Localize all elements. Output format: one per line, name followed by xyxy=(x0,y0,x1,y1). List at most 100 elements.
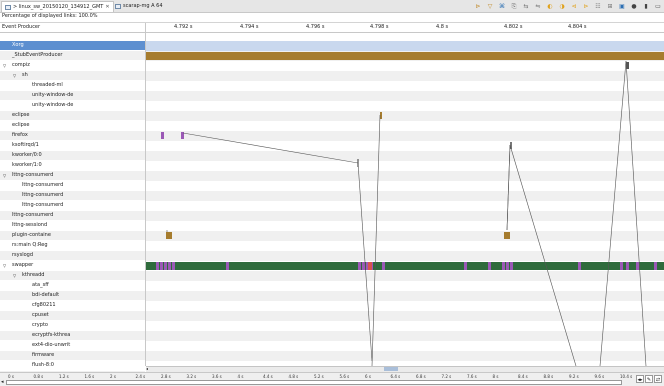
expand-arrow-icon[interactable]: ▽ xyxy=(3,261,6,270)
lane-background[interactable] xyxy=(146,131,664,141)
tree-row[interactable]: ext4-dio-unwrit xyxy=(0,341,145,350)
sync-icon[interactable]: ⇄ xyxy=(654,375,662,383)
tree-row[interactable]: ksoftirqd/1 xyxy=(0,141,145,150)
time-graph-area[interactable] xyxy=(146,41,664,366)
lane-background[interactable] xyxy=(146,191,664,201)
lane-background[interactable] xyxy=(146,221,664,231)
state-event[interactable] xyxy=(172,262,175,270)
state-event[interactable] xyxy=(166,232,172,239)
state-event[interactable] xyxy=(368,262,372,270)
tree-row[interactable]: unity-window-de xyxy=(0,101,145,110)
tree-row[interactable]: plugin-containe xyxy=(0,231,145,240)
state-event[interactable] xyxy=(636,262,639,270)
expand-arrow-icon[interactable]: ▽ xyxy=(13,271,16,280)
lane-background[interactable] xyxy=(146,291,664,301)
tree-row[interactable]: ▽ compiz xyxy=(0,61,145,70)
tree-row[interactable]: _StubEventProducer xyxy=(0,51,145,60)
expand-icon[interactable]: ◂▸ xyxy=(636,375,644,383)
tree-row[interactable]: lttng-consumerd xyxy=(0,181,145,190)
tree-row[interactable]: cpuset xyxy=(0,311,145,320)
tree-row[interactable]: lttng-consumerd xyxy=(0,191,145,200)
lane-background[interactable] xyxy=(146,41,664,51)
tree-row[interactable]: lttng-consumerd xyxy=(0,211,145,220)
lane-background[interactable] xyxy=(146,351,664,361)
lane-background[interactable] xyxy=(146,271,664,281)
resource-icon[interactable]: ⌘ xyxy=(498,3,506,11)
state-bar[interactable] xyxy=(146,52,664,60)
tree-row[interactable]: ▽ lttng-consumerd xyxy=(0,171,145,180)
lane-background[interactable] xyxy=(146,251,664,261)
time-range-track[interactable] xyxy=(6,380,622,385)
state-event[interactable] xyxy=(358,262,361,270)
tree-row[interactable]: ▽ kthreadd xyxy=(0,271,145,280)
tree-row[interactable]: lttng-consumerd xyxy=(0,201,145,210)
state-event[interactable] xyxy=(578,262,581,270)
tab-secondary[interactable]: scarap-mg A 64 xyxy=(112,1,166,11)
state-event[interactable] xyxy=(362,262,365,270)
lane-background[interactable] xyxy=(146,301,664,311)
tree-row[interactable]: eclipse xyxy=(0,121,145,130)
state-event[interactable] xyxy=(161,132,164,139)
state-event[interactable] xyxy=(464,262,467,270)
lane-background[interactable] xyxy=(146,121,664,131)
state-event[interactable] xyxy=(160,262,163,270)
lane-background[interactable] xyxy=(146,61,664,71)
state-event[interactable] xyxy=(488,262,491,270)
tree-row[interactable]: lttng-sessiond xyxy=(0,221,145,230)
state-event[interactable] xyxy=(226,262,229,270)
tree-row[interactable]: crypto xyxy=(0,321,145,330)
tree-row[interactable]: rs:main Q:Reg xyxy=(0,241,145,250)
legend-icon[interactable]: ☷ xyxy=(594,3,602,11)
lane-background[interactable] xyxy=(146,331,664,341)
filter-icon[interactable]: ▽ xyxy=(486,3,494,11)
lane-background[interactable] xyxy=(146,211,664,221)
tree-row[interactable]: cfg80211 xyxy=(0,301,145,310)
state-event[interactable] xyxy=(502,262,505,270)
lane-background[interactable] xyxy=(146,201,664,211)
tree-row[interactable]: threaded-ml xyxy=(0,81,145,90)
tree-row[interactable]: unity-window-de xyxy=(0,91,145,100)
view-menu-icon[interactable]: ● xyxy=(630,3,638,11)
tree-row[interactable]: bdi-default xyxy=(0,291,145,300)
tree-row[interactable]: flush-8:0 xyxy=(0,361,145,370)
tree-column-header[interactable]: Event Producer xyxy=(2,24,40,30)
state-event[interactable] xyxy=(382,262,385,270)
tree-row[interactable]: kworker/1:0 xyxy=(0,161,145,170)
filter-icon[interactable]: ⊳ xyxy=(474,3,482,11)
lane-background[interactable] xyxy=(146,161,664,171)
state-event[interactable] xyxy=(164,262,167,270)
next-marker-icon[interactable]: ⊳ xyxy=(582,3,590,11)
tree-row[interactable]: Xorg xyxy=(0,41,145,50)
tree-row[interactable]: ecryptfs-kthrea xyxy=(0,331,145,340)
state-bar[interactable] xyxy=(146,262,664,270)
time-axis[interactable]: 4.792 s 4.794 s 4.796 s 4.798 s 4.8 s 4.802 s… xyxy=(146,24,664,32)
align-icon[interactable]: ⇆ xyxy=(522,3,530,11)
state-event[interactable] xyxy=(506,262,509,270)
lane-background[interactable] xyxy=(146,181,664,191)
state-event[interactable] xyxy=(168,262,171,270)
state-event[interactable] xyxy=(156,262,159,270)
lane-background[interactable] xyxy=(146,111,664,121)
zoom-out-icon[interactable]: ▣ xyxy=(618,3,626,11)
lane-background[interactable] xyxy=(146,171,664,181)
minimize-icon[interactable]: ▮ xyxy=(642,3,650,11)
state-event[interactable] xyxy=(626,262,629,270)
scrollbar-thumb[interactable] xyxy=(384,367,398,371)
lane-background[interactable] xyxy=(146,281,664,291)
tree-row[interactable]: firefox xyxy=(0,131,145,140)
time-graph-canvas[interactable] xyxy=(146,41,664,366)
scroll-left-arrow[interactable]: ◂ xyxy=(146,366,148,371)
state-event[interactable] xyxy=(380,112,382,119)
lane-background[interactable] xyxy=(146,81,664,91)
lane-background[interactable] xyxy=(146,141,664,151)
state-event[interactable] xyxy=(620,262,623,270)
zoom-in-icon[interactable]: ⊞ xyxy=(606,3,614,11)
prev-event-icon[interactable]: ◐ xyxy=(546,3,554,11)
tree-row[interactable]: firmware xyxy=(0,351,145,360)
maximize-icon[interactable]: ▭ xyxy=(654,3,662,11)
lane-background[interactable] xyxy=(146,91,664,101)
state-event[interactable] xyxy=(504,232,510,239)
tree-row[interactable]: kworker/0:0 xyxy=(0,151,145,160)
zoom-icon[interactable]: ⇋ xyxy=(534,3,542,11)
lane-background[interactable] xyxy=(146,71,664,81)
